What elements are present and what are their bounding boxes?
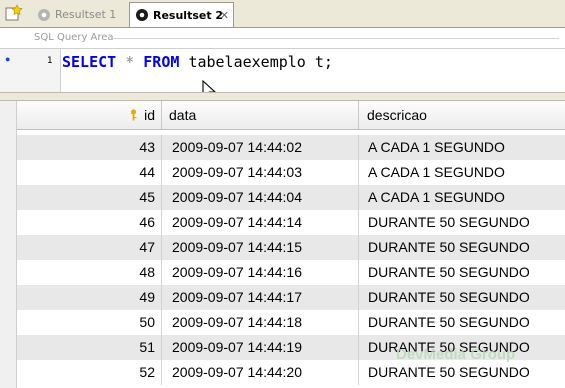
cell-id[interactable]: 45 — [17, 185, 162, 210]
cell-id[interactable]: 46 — [17, 210, 162, 235]
table-row[interactable]: 46 2009-09-07 14:44:14 DURANTE 50 SEGUNDO — [17, 210, 565, 235]
cell-descricao[interactable]: A CADA 1 SEGUNDO — [359, 160, 565, 185]
divider — [112, 38, 559, 39]
cell-descricao[interactable]: A CADA 1 SEGUNDO — [359, 185, 565, 210]
cell-data[interactable]: 2009-09-07 14:44:18 — [162, 310, 359, 335]
column-header-descricao[interactable]: descricao — [359, 101, 565, 129]
table-row[interactable]: 43 2009-09-07 14:44:02 A CADA 1 SEGUNDO — [17, 135, 565, 160]
cell-descricao[interactable]: DURANTE 50 SEGUNDO — [359, 260, 565, 285]
table-row[interactable]: 47 2009-09-07 14:44:15 DURANTE 50 SEGUNDO — [17, 235, 565, 260]
watermark: DevMedia Group — [396, 346, 516, 363]
sql-query-text[interactable]: SELECT * FROM tabelaexemplo t; — [62, 53, 333, 71]
tab-resultset-1[interactable]: Resultset 1 — [33, 3, 124, 26]
tab-strip: Resultset 1 Resultset 2 ✕ — [0, 0, 565, 28]
sql-editor[interactable]: SELECT * FROM tabelaexemplo t; — [61, 49, 565, 92]
table-row[interactable]: 45 2009-09-07 14:44:04 A CADA 1 SEGUNDO — [17, 185, 565, 210]
column-header-label: data — [169, 107, 197, 123]
sql-query-area-label: SQL Query Area — [34, 32, 114, 43]
line-number: 1 — [47, 56, 53, 66]
gear-icon — [37, 8, 51, 22]
keyword-select: SELECT — [62, 53, 117, 71]
cell-id[interactable]: 48 — [17, 260, 162, 285]
column-header-id[interactable]: id — [17, 101, 162, 129]
cell-id[interactable]: 51 — [17, 335, 162, 360]
cell-data[interactable]: 2009-09-07 14:44:14 — [162, 210, 359, 235]
cell-descricao[interactable]: A CADA 1 SEGUNDO — [359, 135, 565, 160]
cell-id[interactable]: 52 — [17, 360, 162, 385]
cell-data[interactable]: 2009-09-07 14:44:17 — [162, 285, 359, 310]
cell-id[interactable]: 49 — [17, 285, 162, 310]
result-grid: id data descricao 43 2009-09-07 14:44:02 A… — [0, 101, 565, 388]
keyword-from: FROM — [143, 53, 180, 71]
pane-splitter[interactable] — [0, 92, 565, 101]
table-row[interactable]: 52 2009-09-07 14:44:20 DURANTE 50 SEGUNDO — [17, 360, 565, 385]
grid-header: id data descricao — [17, 101, 565, 130]
cell-id[interactable]: 43 — [17, 135, 162, 160]
cell-descricao[interactable]: DURANTE 50 SEGUNDO — [359, 310, 565, 335]
gear-icon — [135, 8, 149, 22]
tab-label: Resultset 1 — [55, 8, 117, 21]
cell-data[interactable]: 2009-09-07 14:44:04 — [162, 185, 359, 210]
cell-descricao[interactable]: DURANTE 50 SEGUNDO — [359, 360, 565, 385]
sql-query-area-header: SQL Query Area — [0, 28, 565, 49]
select-star: * — [125, 53, 135, 71]
bookmark-icon: ● — [5, 54, 11, 64]
tab-resultset-2[interactable]: Resultset 2 ✕ — [129, 2, 234, 27]
table-row[interactable]: 44 2009-09-07 14:44:03 A CADA 1 SEGUNDO — [17, 160, 565, 185]
cell-data[interactable]: 2009-09-07 14:44:02 — [162, 135, 359, 160]
row-selector-column[interactable] — [0, 101, 17, 388]
table-row[interactable]: 49 2009-09-07 14:44:17 DURANTE 50 SEGUNDO — [17, 285, 565, 310]
cell-descricao[interactable]: DURANTE 50 SEGUNDO — [359, 235, 565, 260]
close-icon[interactable]: ✕ — [220, 9, 229, 22]
new-tab-icon[interactable] — [4, 4, 24, 22]
cell-data[interactable]: 2009-09-07 14:44:19 — [162, 335, 359, 360]
cell-data[interactable]: 2009-09-07 14:44:03 — [162, 160, 359, 185]
cell-data[interactable]: 2009-09-07 14:44:20 — [162, 360, 359, 385]
cell-descricao[interactable]: DURANTE 50 SEGUNDO — [359, 210, 565, 235]
column-header-label: descricao — [367, 107, 427, 123]
column-header-label: id — [144, 107, 155, 123]
query-rest: tabelaexemplo t; — [188, 53, 333, 71]
tab-label: Resultset 2 — [153, 8, 224, 22]
cell-data[interactable]: 2009-09-07 14:44:15 — [162, 235, 359, 260]
table-row[interactable]: 50 2009-09-07 14:44:18 DURANTE 50 SEGUNDO — [17, 310, 565, 335]
key-icon — [129, 102, 138, 121]
cell-id[interactable]: 47 — [17, 235, 162, 260]
table-row[interactable]: 48 2009-09-07 14:44:16 DURANTE 50 SEGUNDO — [17, 260, 565, 285]
cell-descricao[interactable]: DURANTE 50 SEGUNDO — [359, 285, 565, 310]
cell-data[interactable]: 2009-09-07 14:44:16 — [162, 260, 359, 285]
cell-id[interactable]: 44 — [17, 160, 162, 185]
column-header-data[interactable]: data — [162, 101, 359, 129]
cell-id[interactable]: 50 — [17, 310, 162, 335]
line-gutter: ● 1 — [0, 49, 61, 92]
